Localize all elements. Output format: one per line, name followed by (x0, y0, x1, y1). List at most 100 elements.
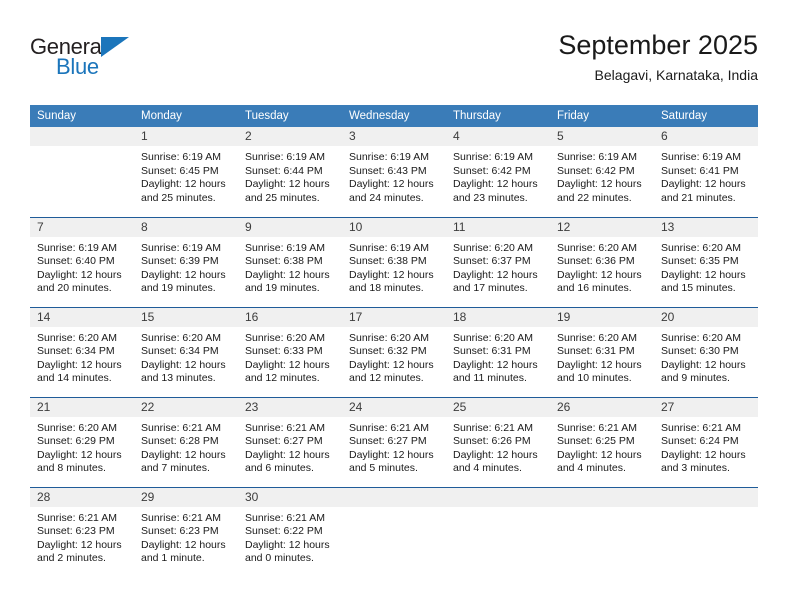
sunset-text: Sunset: 6:42 PM (453, 164, 531, 177)
daylight-text-line2: and 22 minutes. (557, 191, 632, 204)
day-details: Sunrise: 6:21 AM Sunset: 6:24 PM Daylight:… (654, 417, 758, 476)
sunset-text: Sunset: 6:23 PM (141, 525, 219, 538)
sunset-text: Sunset: 6:31 PM (453, 345, 531, 358)
calendar-day-cell[interactable]: 9 Sunrise: 6:19 AM Sunset: 6:38 PM Daylight… (238, 216, 342, 307)
daylight-text-line1: Daylight: 12 hours (661, 178, 746, 191)
sunset-text: Sunset: 6:39 PM (141, 255, 219, 268)
daylight-text-line2: and 6 minutes. (245, 462, 314, 475)
sunset-text: Sunset: 6:32 PM (349, 345, 427, 358)
calendar-day-cell[interactable]: 12 Sunrise: 6:20 AM Sunset: 6:36 PM Dayligh… (550, 216, 654, 307)
daylight-text-line1: Daylight: 12 hours (245, 268, 330, 281)
daylight-text-line2: and 13 minutes. (141, 372, 216, 385)
day-details: Sunrise: 6:20 AM Sunset: 6:34 PM Daylight:… (30, 327, 134, 386)
day-details: Sunrise: 6:20 AM Sunset: 6:31 PM Daylight:… (550, 327, 654, 386)
daylight-text-line1: Daylight: 12 hours (557, 268, 642, 281)
calendar-day-cell[interactable]: 2 Sunrise: 6:19 AM Sunset: 6:44 PM Daylight… (238, 127, 342, 217)
sunset-text: Sunset: 6:24 PM (661, 435, 739, 448)
day-number: 8 (134, 217, 238, 237)
daylight-text-line1: Daylight: 12 hours (453, 268, 538, 281)
daylight-text-line1: Daylight: 12 hours (245, 178, 330, 191)
calendar-day-cell[interactable]: 14 Sunrise: 6:20 AM Sunset: 6:34 PM Dayligh… (30, 306, 134, 397)
sunset-text: Sunset: 6:35 PM (661, 255, 739, 268)
sunrise-text: Sunrise: 6:19 AM (661, 151, 741, 163)
sunset-text: Sunset: 6:38 PM (245, 255, 323, 268)
calendar-day-cell[interactable]: 22 Sunrise: 6:21 AM Sunset: 6:28 PM Dayligh… (134, 396, 238, 487)
calendar-day-cell[interactable]: 1 Sunrise: 6:19 AM Sunset: 6:45 PM Daylight… (134, 127, 238, 217)
day-number: 22 (134, 397, 238, 417)
calendar-day-cell[interactable]: 28 Sunrise: 6:21 AM Sunset: 6:23 PM Dayligh… (30, 486, 134, 577)
daylight-text-line2: and 21 minutes. (661, 191, 736, 204)
day-number: 26 (550, 397, 654, 417)
day-number (446, 487, 550, 507)
day-number (30, 127, 134, 146)
sunrise-text: Sunrise: 6:21 AM (557, 421, 637, 434)
sunset-text: Sunset: 6:28 PM (141, 435, 219, 448)
calendar-day-cell[interactable]: 23 Sunrise: 6:21 AM Sunset: 6:27 PM Dayligh… (238, 396, 342, 487)
calendar-day-cell[interactable]: 15 Sunrise: 6:20 AM Sunset: 6:34 PM Dayligh… (134, 306, 238, 397)
calendar-day-cell[interactable]: 8 Sunrise: 6:19 AM Sunset: 6:39 PM Daylight… (134, 216, 238, 307)
calendar-day-cell[interactable]: 4 Sunrise: 6:19 AM Sunset: 6:42 PM Daylight… (446, 127, 550, 217)
calendar-day-cell-empty (654, 486, 758, 577)
day-number: 5 (550, 127, 654, 146)
calendar-day-cell[interactable]: 11 Sunrise: 6:20 AM Sunset: 6:37 PM Dayligh… (446, 216, 550, 307)
day-number: 6 (654, 127, 758, 146)
weekday-header-wednesday: Wednesday (342, 105, 446, 127)
calendar-day-cell[interactable]: 24 Sunrise: 6:21 AM Sunset: 6:27 PM Dayligh… (342, 396, 446, 487)
calendar-day-cell[interactable]: 20 Sunrise: 6:20 AM Sunset: 6:30 PM Dayligh… (654, 306, 758, 397)
daylight-text-line2: and 25 minutes. (141, 191, 216, 204)
calendar-day-cell[interactable]: 25 Sunrise: 6:21 AM Sunset: 6:26 PM Dayligh… (446, 396, 550, 487)
sunrise-text: Sunrise: 6:19 AM (245, 241, 325, 254)
day-details: Sunrise: 6:19 AM Sunset: 6:44 PM Daylight:… (238, 146, 342, 205)
calendar-day-cell[interactable]: 7 Sunrise: 6:19 AM Sunset: 6:40 PM Daylight… (30, 216, 134, 307)
day-number: 7 (30, 217, 134, 237)
calendar-day-cell[interactable]: 3 Sunrise: 6:19 AM Sunset: 6:43 PM Daylight… (342, 127, 446, 217)
day-number: 3 (342, 127, 446, 146)
sunrise-text: Sunrise: 6:20 AM (37, 331, 117, 344)
sunset-text: Sunset: 6:30 PM (661, 345, 739, 358)
sunset-text: Sunset: 6:45 PM (141, 164, 219, 177)
calendar-day-cell[interactable]: 6 Sunrise: 6:19 AM Sunset: 6:41 PM Daylight… (654, 127, 758, 217)
calendar-page: General Blue September 2025 Belagavi, Ka… (0, 0, 792, 612)
sunrise-text: Sunrise: 6:19 AM (557, 151, 637, 163)
calendar-day-cell[interactable]: 17 Sunrise: 6:20 AM Sunset: 6:32 PM Dayligh… (342, 306, 446, 397)
calendar-day-cell[interactable]: 29 Sunrise: 6:21 AM Sunset: 6:23 PM Dayligh… (134, 486, 238, 577)
calendar-day-cell[interactable]: 16 Sunrise: 6:20 AM Sunset: 6:33 PM Dayligh… (238, 306, 342, 397)
sunrise-text: Sunrise: 6:19 AM (349, 241, 429, 254)
day-details: Sunrise: 6:21 AM Sunset: 6:27 PM Daylight:… (342, 417, 446, 476)
day-number: 24 (342, 397, 446, 417)
daylight-text-line2: and 23 minutes. (453, 191, 528, 204)
calendar-body: 1 Sunrise: 6:19 AM Sunset: 6:45 PM Daylight… (30, 127, 758, 577)
calendar-week-row: 1 Sunrise: 6:19 AM Sunset: 6:45 PM Daylight… (30, 127, 758, 217)
daylight-text-line2: and 2 minutes. (37, 552, 106, 565)
day-details: Sunrise: 6:20 AM Sunset: 6:33 PM Daylight:… (238, 327, 342, 386)
day-details: Sunrise: 6:20 AM Sunset: 6:35 PM Daylight:… (654, 237, 758, 296)
calendar-day-cell[interactable]: 30 Sunrise: 6:21 AM Sunset: 6:22 PM Dayligh… (238, 486, 342, 577)
daylight-text-line1: Daylight: 12 hours (245, 358, 330, 371)
calendar-day-cell[interactable]: 5 Sunrise: 6:19 AM Sunset: 6:42 PM Daylight… (550, 127, 654, 217)
daylight-text-line1: Daylight: 12 hours (349, 358, 434, 371)
sunset-text: Sunset: 6:37 PM (453, 255, 531, 268)
daylight-text-line1: Daylight: 12 hours (453, 358, 538, 371)
calendar-day-cell[interactable]: 19 Sunrise: 6:20 AM Sunset: 6:31 PM Dayligh… (550, 306, 654, 397)
day-number: 9 (238, 217, 342, 237)
calendar-day-cell[interactable]: 26 Sunrise: 6:21 AM Sunset: 6:25 PM Dayligh… (550, 396, 654, 487)
calendar-day-cell-empty (342, 486, 446, 577)
daylight-text-line1: Daylight: 12 hours (349, 268, 434, 281)
sunset-text: Sunset: 6:26 PM (453, 435, 531, 448)
daylight-text-line1: Daylight: 12 hours (661, 268, 746, 281)
day-number: 2 (238, 127, 342, 146)
day-details: Sunrise: 6:21 AM Sunset: 6:27 PM Daylight:… (238, 417, 342, 476)
weekday-header-friday: Friday (550, 105, 654, 127)
daylight-text-line2: and 19 minutes. (141, 282, 216, 295)
sunrise-text: Sunrise: 6:21 AM (349, 421, 429, 434)
daylight-text-line2: and 9 minutes. (661, 372, 730, 385)
calendar-day-cell[interactable]: 10 Sunrise: 6:19 AM Sunset: 6:38 PM Dayligh… (342, 216, 446, 307)
calendar-week-row: 14 Sunrise: 6:20 AM Sunset: 6:34 PM Dayligh… (30, 306, 758, 397)
calendar-day-cell[interactable]: 18 Sunrise: 6:20 AM Sunset: 6:31 PM Dayligh… (446, 306, 550, 397)
calendar-day-cell[interactable]: 13 Sunrise: 6:20 AM Sunset: 6:35 PM Dayligh… (654, 216, 758, 307)
daylight-text-line2: and 1 minute. (141, 552, 205, 565)
day-number: 13 (654, 217, 758, 237)
calendar-day-cell[interactable]: 21 Sunrise: 6:20 AM Sunset: 6:29 PM Dayligh… (30, 396, 134, 487)
calendar-day-cell[interactable]: 27 Sunrise: 6:21 AM Sunset: 6:24 PM Dayligh… (654, 396, 758, 487)
sunset-text: Sunset: 6:44 PM (245, 164, 323, 177)
